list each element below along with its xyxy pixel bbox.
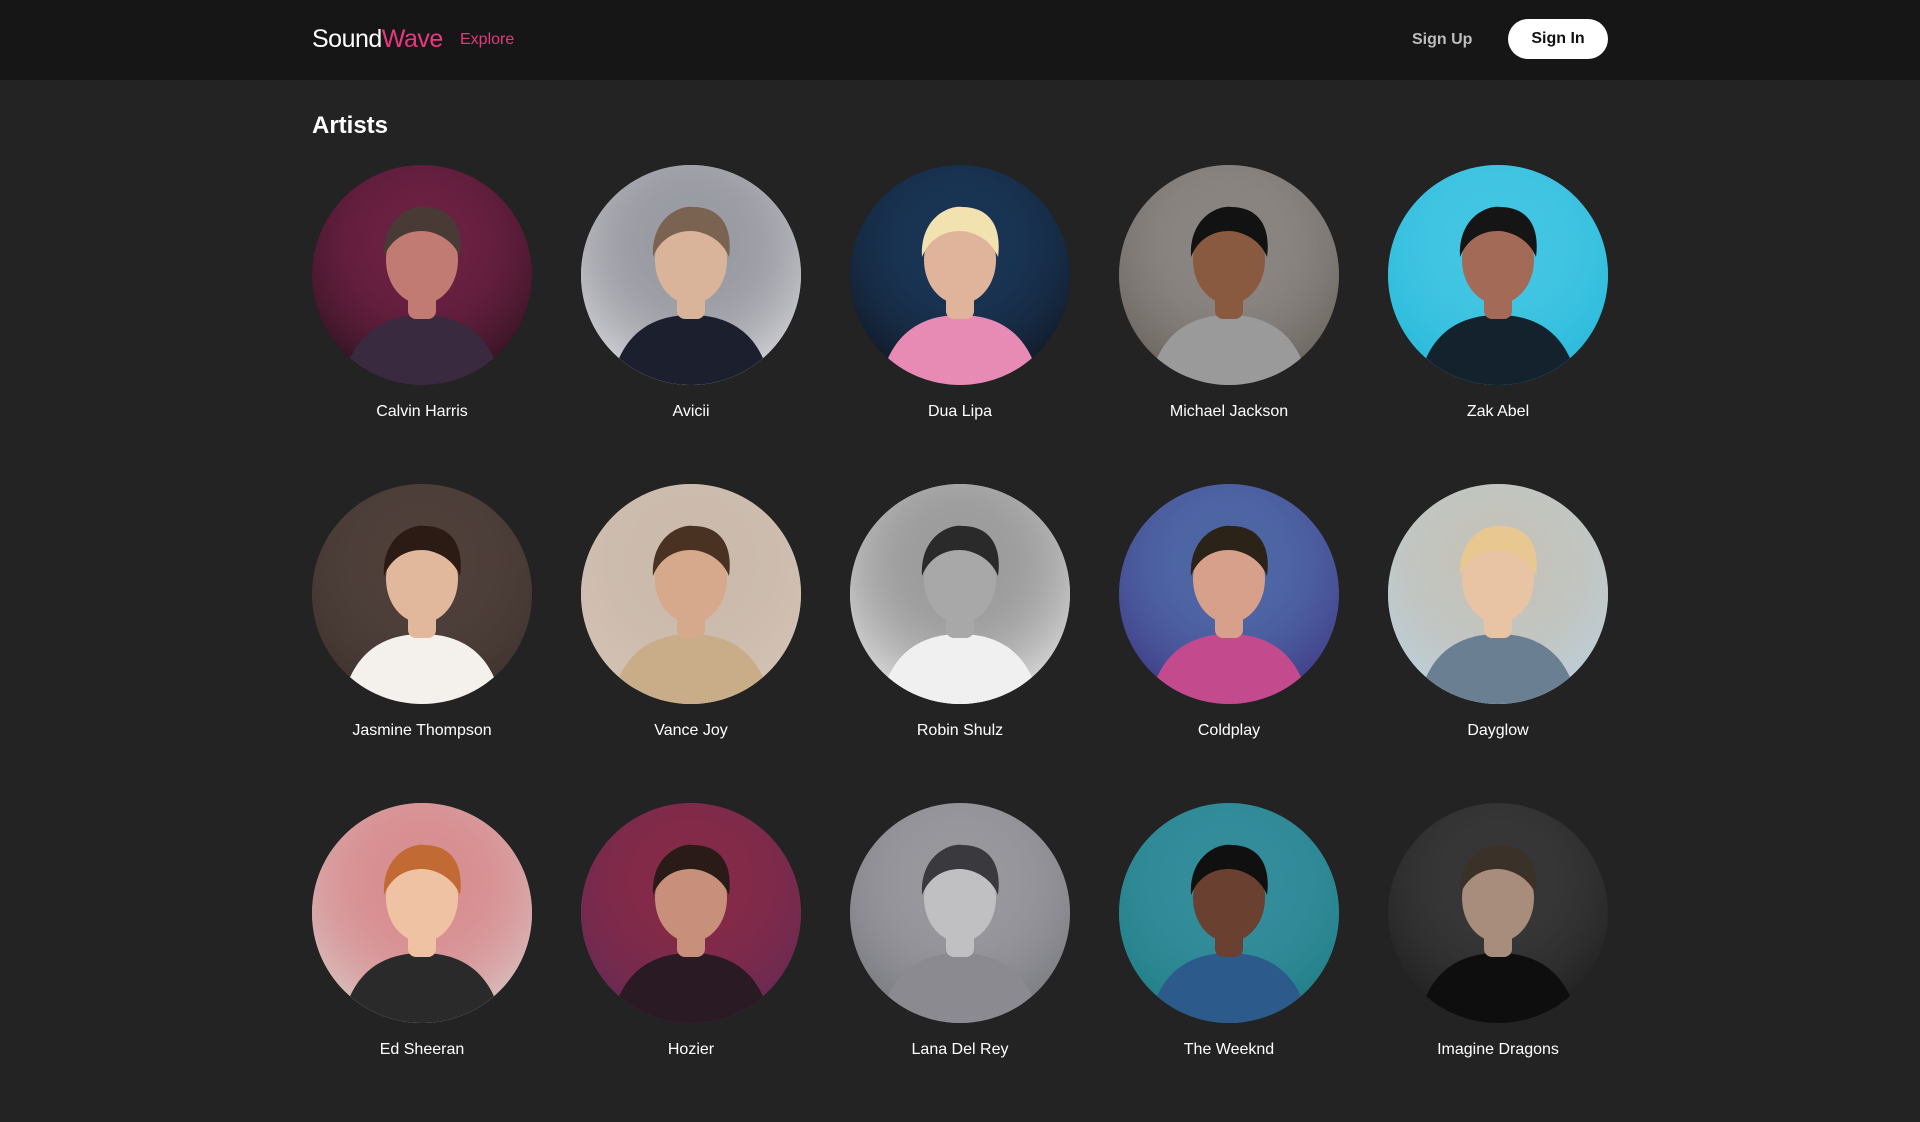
artist-avatar-image[interactable]	[1388, 165, 1608, 385]
artist-card[interactable]: Dua Lipa	[850, 165, 1070, 484]
section-title-artists: Artists	[312, 112, 389, 139]
artist-avatar-image[interactable]	[1388, 484, 1608, 704]
artist-card[interactable]: Imagine Dragons	[1388, 803, 1608, 1122]
artist-avatar-image[interactable]	[312, 803, 532, 1023]
artist-card[interactable]: Jasmine Thompson	[312, 484, 532, 803]
artist-name[interactable]: Dua Lipa	[850, 401, 1070, 423]
artist-card[interactable]: Dayglow	[1388, 484, 1608, 803]
artist-card[interactable]: The Weeknd	[1119, 803, 1339, 1122]
artist-card[interactable]: Michael Jackson	[1119, 165, 1339, 484]
artist-card[interactable]: Lana Del Rey	[850, 803, 1070, 1122]
sign-up-link[interactable]: Sign Up	[1412, 29, 1472, 51]
artist-avatar-image[interactable]	[1119, 484, 1339, 704]
artist-avatar-image[interactable]	[850, 165, 1070, 385]
brand-logo[interactable]: SoundWave	[312, 22, 443, 56]
brand-logo-part2: Wave	[381, 25, 443, 53]
top-navbar: SoundWave Explore Sign Up Sign In	[0, 0, 1920, 80]
artist-avatar-image[interactable]	[1388, 803, 1608, 1023]
artist-name[interactable]: Hozier	[581, 1039, 801, 1061]
artist-name[interactable]: Jasmine Thompson	[312, 720, 532, 742]
artist-card[interactable]: Zak Abel	[1388, 165, 1608, 484]
artist-card[interactable]: Calvin Harris	[312, 165, 532, 484]
artist-avatar-image[interactable]	[312, 484, 532, 704]
artist-name[interactable]: Avicii	[581, 401, 801, 423]
artist-avatar-image[interactable]	[581, 484, 801, 704]
artist-name[interactable]: Imagine Dragons	[1388, 1039, 1608, 1061]
artist-card[interactable]: Ed Sheeran	[312, 803, 532, 1122]
artist-name[interactable]: Michael Jackson	[1119, 401, 1339, 423]
artist-grid: Calvin Harris Avicii Dua Lipa Michael Jacks…	[312, 165, 1608, 1122]
artist-name[interactable]: Robin Shulz	[850, 720, 1070, 742]
artist-avatar-image[interactable]	[581, 165, 801, 385]
artist-name[interactable]: The Weeknd	[1119, 1039, 1339, 1061]
artist-card[interactable]: Coldplay	[1119, 484, 1339, 803]
artist-avatar-image[interactable]	[1119, 165, 1339, 385]
artist-name[interactable]: Zak Abel	[1388, 401, 1608, 423]
artist-avatar-image[interactable]	[850, 803, 1070, 1023]
artist-name[interactable]: Calvin Harris	[312, 401, 532, 423]
artist-card[interactable]: Avicii	[581, 165, 801, 484]
artist-name[interactable]: Lana Del Rey	[850, 1039, 1070, 1061]
sign-in-button[interactable]: Sign In	[1508, 19, 1608, 59]
artist-avatar-image[interactable]	[581, 803, 801, 1023]
artist-name[interactable]: Vance Joy	[581, 720, 801, 742]
artist-name[interactable]: Coldplay	[1119, 720, 1339, 742]
brand-logo-part1: Sound	[312, 25, 382, 53]
artist-name[interactable]: Dayglow	[1388, 720, 1608, 742]
artist-name[interactable]: Ed Sheeran	[312, 1039, 532, 1061]
artist-avatar-image[interactable]	[850, 484, 1070, 704]
nav-explore-link[interactable]: Explore	[460, 29, 514, 51]
artist-card[interactable]: Hozier	[581, 803, 801, 1122]
artist-card[interactable]: Vance Joy	[581, 484, 801, 803]
artist-avatar-image[interactable]	[312, 165, 532, 385]
artist-card[interactable]: Robin Shulz	[850, 484, 1070, 803]
artist-avatar-image[interactable]	[1119, 803, 1339, 1023]
